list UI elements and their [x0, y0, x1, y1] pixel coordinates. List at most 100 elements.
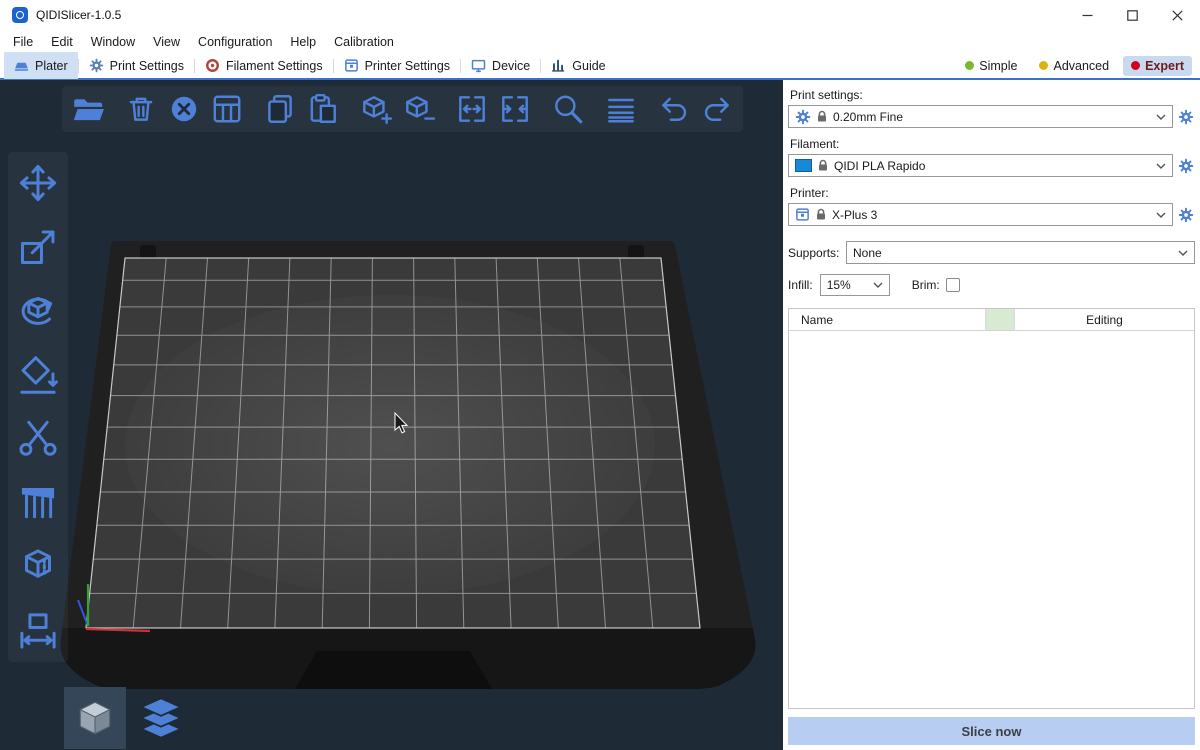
filament-spool-icon [205, 58, 220, 73]
tab-guide[interactable]: Guide [541, 52, 615, 79]
object-list-body[interactable] [789, 331, 1194, 708]
infill-row: Infill: 15% Brim: [788, 274, 1195, 296]
chevron-down-icon [1178, 250, 1188, 256]
supports-row: Supports: None [788, 241, 1195, 264]
chevron-down-icon [873, 282, 883, 288]
close-icon [1172, 10, 1183, 21]
window-controls [1065, 0, 1200, 30]
printer-label: Printer: [790, 186, 1195, 200]
simple-dot-icon [965, 61, 974, 70]
delete-button[interactable] [123, 91, 159, 127]
editing-column-header: Editing [1015, 309, 1194, 330]
split-to-objects-button[interactable] [454, 91, 490, 127]
chevron-down-icon [1156, 212, 1166, 218]
remove-instance-icon [402, 92, 436, 126]
viewport-toolbar [62, 86, 743, 132]
split-to-objects-icon [455, 92, 489, 126]
paint-supports-button[interactable] [14, 479, 62, 527]
lock-icon [815, 208, 827, 221]
preview-view-button[interactable] [130, 687, 192, 749]
mode-simple[interactable]: Simple [957, 56, 1025, 76]
delete-all-button[interactable] [166, 91, 202, 127]
scale-button[interactable] [14, 223, 62, 271]
menu-view[interactable]: View [144, 32, 189, 52]
mode-expert[interactable]: Expert [1123, 56, 1192, 76]
advanced-dot-icon [1039, 61, 1048, 70]
cut-button[interactable] [14, 415, 62, 463]
filament-select[interactable]: QIDI PLA Rapido [788, 154, 1173, 177]
3d-viewport[interactable] [0, 80, 783, 750]
tab-device[interactable]: Device [461, 52, 540, 79]
arrange-icon [210, 92, 244, 126]
guide-icon [551, 58, 566, 73]
preview-layers-icon [137, 694, 185, 742]
print-settings-value: 0.20mm Fine [833, 110, 1151, 124]
brim-checkbox[interactable] [946, 278, 960, 292]
lock-icon [817, 159, 829, 172]
menu-help[interactable]: Help [281, 32, 325, 52]
slice-now-button[interactable]: Slice now [788, 717, 1195, 745]
tab-filament-settings[interactable]: Filament Settings [195, 52, 333, 79]
mode-advanced[interactable]: Advanced [1031, 56, 1117, 76]
undo-button[interactable] [656, 91, 692, 127]
gear-icon [1178, 109, 1194, 125]
tab-printer-settings[interactable]: Printer Settings [334, 52, 460, 79]
variable-layer-height-button[interactable] [603, 91, 639, 127]
main-area: Print settings: 0.20mm Fine Filament: QI… [0, 80, 1200, 750]
lock-icon [816, 110, 828, 123]
printer-gear-button[interactable] [1178, 206, 1195, 223]
chevron-down-icon [1156, 114, 1166, 120]
infill-select[interactable]: 15% [820, 274, 890, 296]
redo-button[interactable] [699, 91, 735, 127]
undo-icon [657, 92, 691, 126]
search-button[interactable] [550, 91, 586, 127]
copy-button[interactable] [262, 91, 298, 127]
measure-button[interactable] [14, 607, 62, 655]
supports-value: None [853, 246, 1173, 260]
gear-icon [89, 58, 104, 73]
seam-icon [15, 544, 61, 590]
paste-button[interactable] [305, 91, 341, 127]
maximize-button[interactable] [1110, 0, 1155, 30]
object-list-header: Name Editing [789, 309, 1194, 331]
split-to-parts-button[interactable] [497, 91, 533, 127]
plater-icon [14, 58, 29, 73]
split-to-parts-icon [498, 92, 532, 126]
open-folder-icon [71, 92, 105, 126]
app-window: QIDISlicer-1.0.5 File Edit Window View C… [0, 0, 1200, 750]
delete-all-icon [167, 92, 201, 126]
print-settings-select[interactable]: 0.20mm Fine [788, 105, 1173, 128]
window-title: QIDISlicer-1.0.5 [36, 8, 121, 22]
menu-edit[interactable]: Edit [42, 32, 82, 52]
print-bed [0, 80, 783, 750]
mode-selector: Simple Advanced Expert [957, 56, 1200, 76]
open-button[interactable] [70, 91, 106, 127]
move-button[interactable] [14, 159, 62, 207]
menu-configuration[interactable]: Configuration [189, 32, 281, 52]
place-on-face-button[interactable] [14, 351, 62, 399]
supports-select[interactable]: None [846, 241, 1195, 264]
rotate-button[interactable] [14, 287, 62, 335]
object-list: Name Editing [788, 308, 1195, 709]
editor-view-button[interactable] [64, 687, 126, 749]
filament-color-swatch [795, 159, 812, 172]
menu-file[interactable]: File [4, 32, 42, 52]
filament-gear-button[interactable] [1178, 157, 1195, 174]
tab-print-settings[interactable]: Print Settings [79, 52, 194, 79]
printer-select[interactable]: X-Plus 3 [788, 203, 1173, 226]
settings-panel: Print settings: 0.20mm Fine Filament: QI… [783, 80, 1200, 750]
close-button[interactable] [1155, 0, 1200, 30]
add-instance-button[interactable] [358, 91, 394, 127]
menu-calibration[interactable]: Calibration [325, 32, 403, 52]
menu-window[interactable]: Window [82, 32, 144, 52]
print-settings-gear-button[interactable] [1178, 108, 1195, 125]
arrange-button[interactable] [209, 91, 245, 127]
measure-icon [15, 608, 61, 654]
editor-3d-cube-icon [74, 697, 116, 739]
remove-instance-button[interactable] [401, 91, 437, 127]
device-monitor-icon [471, 58, 486, 73]
search-icon [551, 92, 585, 126]
tab-plater[interactable]: Plater [4, 52, 78, 79]
minimize-button[interactable] [1065, 0, 1110, 30]
seam-button[interactable] [14, 543, 62, 591]
